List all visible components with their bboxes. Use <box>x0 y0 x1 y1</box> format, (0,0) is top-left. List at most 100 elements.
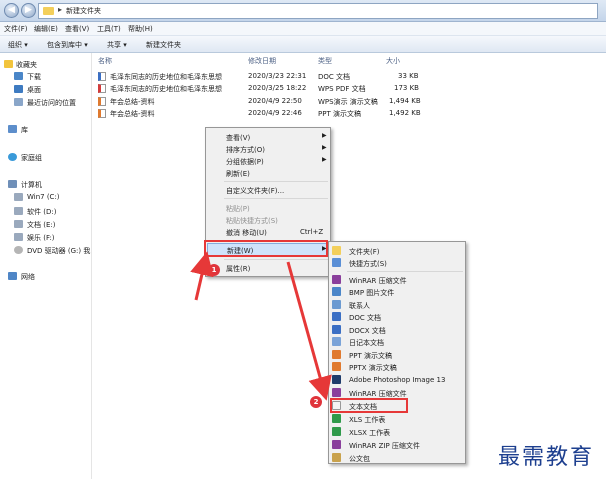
file-row[interactable]: 年会总结-资料 2020/4/9 22:46 PPT 演示文稿 1,492 KB <box>98 108 438 120</box>
nav-computer[interactable]: 计算机 <box>0 179 92 190</box>
nav-desktop[interactable]: 桌面 <box>0 84 92 95</box>
file-date: 2020/4/9 22:46 <box>248 109 302 117</box>
file-row[interactable]: 年会总结-资料 2020/4/9 22:50 WPS演示 演示文稿 1,494 … <box>98 96 438 108</box>
file-type: WPS演示 演示文稿 <box>318 98 378 106</box>
menu-item-view[interactable]: 查看(V) ▶ <box>206 131 330 143</box>
column-header-type[interactable]: 类型 <box>318 56 332 66</box>
submenu-arrow-icon: ▶ <box>322 156 327 163</box>
highlight-box-new <box>204 240 328 257</box>
zip-icon <box>332 440 341 449</box>
menu-file[interactable]: 文件(F) <box>4 24 28 34</box>
submenu-item-journal[interactable]: 日记本文档 <box>329 336 465 348</box>
command-bar: 组织 ▾ 包含到库中 ▾ 共享 ▾ 新建文件夹 <box>0 36 606 53</box>
nav-drive-c[interactable]: Win7 (C:) <box>0 192 92 203</box>
file-name: 毛泽东同志的历史地位和毛泽东思想 <box>110 73 222 81</box>
star-icon <box>4 60 13 68</box>
submenu-item-xlsx[interactable]: XLSX 工作表 <box>329 426 465 438</box>
back-button[interactable]: ◀ <box>4 3 19 18</box>
menu-item-label: 粘贴(P) <box>226 205 250 213</box>
menu-divider <box>224 198 328 199</box>
file-size: 33 KB <box>398 72 419 80</box>
nav-drive-g[interactable]: DVD 驱动器 (G:) 我 <box>0 245 92 256</box>
nav-label: DVD 驱动器 (G:) 我 <box>27 247 91 255</box>
nav-favorites[interactable]: 收藏夹 <box>0 59 92 70</box>
submenu-item-shortcut[interactable]: 快捷方式(S) <box>329 257 465 269</box>
address-bar[interactable]: ▸ 新建文件夹 <box>38 3 598 19</box>
column-header-modified[interactable]: 修改日期 <box>248 56 276 66</box>
organize-button[interactable]: 组织 ▾ <box>8 40 28 50</box>
submenu-item-bmp[interactable]: BMP 图片文件 <box>329 286 465 298</box>
nav-label: 软件 (D:) <box>27 208 57 216</box>
homegroup-icon <box>8 153 17 161</box>
menu-item-undo[interactable]: 撤消 移动(U) Ctrl+Z <box>206 226 330 238</box>
menu-tools[interactable]: 工具(T) <box>97 24 121 34</box>
submenu-item-winrar-zip[interactable]: WinRAR ZIP 压缩文件 <box>329 439 465 451</box>
nav-label: 下载 <box>27 73 41 81</box>
submenu-item-winrar[interactable]: WinRAR 压缩文件 <box>329 274 465 286</box>
nav-label: 娱乐 (F:) <box>27 234 55 242</box>
drive-icon <box>14 193 23 201</box>
library-icon <box>8 125 17 133</box>
nav-recent[interactable]: 最近访问的位置 <box>0 97 92 108</box>
menu-item-group[interactable]: 分组依据(P) ▶ <box>206 155 330 167</box>
shortcut-icon <box>332 258 341 267</box>
docx-icon <box>332 325 341 334</box>
column-header-name[interactable]: 名称 <box>98 56 112 66</box>
presentation-file-icon <box>98 109 106 118</box>
menu-edit[interactable]: 编辑(E) <box>34 24 58 34</box>
new-folder-button[interactable]: 新建文件夹 <box>146 40 181 50</box>
submenu-item-photoshop[interactable]: Adobe Photoshop Image 13 <box>329 374 465 386</box>
include-in-library-button[interactable]: 包含到库中 ▾ <box>47 40 88 50</box>
drive-icon <box>14 220 23 228</box>
navigation-pane: 收藏夹 下载 桌面 最近访问的位置 库 家庭组 计算机 Win7 (C:) 软件… <box>0 53 92 479</box>
menu-item-label: 快捷方式(S) <box>349 260 387 268</box>
submenu-item-docx[interactable]: DOCX 文档 <box>329 324 465 336</box>
submenu-item-contact[interactable]: 联系人 <box>329 299 465 311</box>
menu-item-label: WinRAR 压缩文件 <box>349 277 407 285</box>
address-path: 新建文件夹 <box>66 7 101 15</box>
submenu-item-briefcase[interactable]: 公文包 <box>329 452 465 464</box>
nav-label: 网络 <box>21 273 35 281</box>
nav-network[interactable]: 网络 <box>0 271 92 282</box>
nav-drive-e[interactable]: 文档 (E:) <box>0 219 92 230</box>
menu-item-sort[interactable]: 排序方式(O) ▶ <box>206 143 330 155</box>
nav-label: Win7 (C:) <box>27 193 60 201</box>
menu-item-paste[interactable]: 粘贴(P) <box>206 202 330 214</box>
column-header-size[interactable]: 大小 <box>386 56 400 66</box>
menu-help[interactable]: 帮助(H) <box>128 24 153 34</box>
menu-item-paste-shortcut[interactable]: 粘贴快捷方式(S) <box>206 214 330 226</box>
menu-item-properties[interactable]: 属性(R) <box>206 262 330 274</box>
breadcrumb-separator-icon: ▸ <box>58 5 63 14</box>
arrow-to-text-document <box>286 261 332 401</box>
submenu-item-pptx[interactable]: PPTX 演示文稿 <box>329 361 465 373</box>
photoshop-icon <box>332 375 341 384</box>
xlsx-icon <box>332 427 341 436</box>
nav-downloads[interactable]: 下载 <box>0 71 92 82</box>
file-row[interactable]: 毛泽东同志的历史地位和毛泽东思想 2020/3/23 22:31 DOC 文档 … <box>98 71 438 83</box>
menu-divider <box>224 259 328 260</box>
menu-item-refresh[interactable]: 刷新(E) <box>206 167 330 179</box>
submenu-item-ppt[interactable]: PPT 演示文稿 <box>329 349 465 361</box>
ppt-icon <box>332 350 341 359</box>
menu-view[interactable]: 查看(V) <box>65 24 89 34</box>
share-button[interactable]: 共享 ▾ <box>107 40 127 50</box>
menu-divider <box>347 271 463 272</box>
nav-libraries[interactable]: 库 <box>0 124 92 135</box>
menu-item-label: XLS 工作表 <box>349 416 386 424</box>
menu-item-label: PPT 演示文稿 <box>349 352 392 360</box>
highlight-box-text-document <box>330 398 408 413</box>
menu-item-customize[interactable]: 自定义文件夹(F)... <box>206 184 330 196</box>
menu-item-label: DOC 文档 <box>349 314 382 322</box>
nav-drive-f[interactable]: 娱乐 (F:) <box>0 232 92 243</box>
submenu-item-folder[interactable]: 文件夹(F) <box>329 245 465 257</box>
doc-file-icon <box>98 72 106 81</box>
submenu-item-doc[interactable]: DOC 文档 <box>329 311 465 323</box>
menu-item-label: 自定义文件夹(F)... <box>226 187 285 195</box>
menu-item-label: 粘贴快捷方式(S) <box>226 217 278 225</box>
nav-drive-d[interactable]: 软件 (D:) <box>0 206 92 217</box>
submenu-item-xls[interactable]: XLS 工作表 <box>329 413 465 425</box>
file-row[interactable]: 毛泽东同志的历史地位和毛泽东思想 2020/3/25 18:22 WPS PDF… <box>98 83 438 95</box>
nav-homegroup[interactable]: 家庭组 <box>0 152 92 163</box>
menu-item-label: 公文包 <box>349 455 370 463</box>
forward-button[interactable]: ▶ <box>21 3 36 18</box>
